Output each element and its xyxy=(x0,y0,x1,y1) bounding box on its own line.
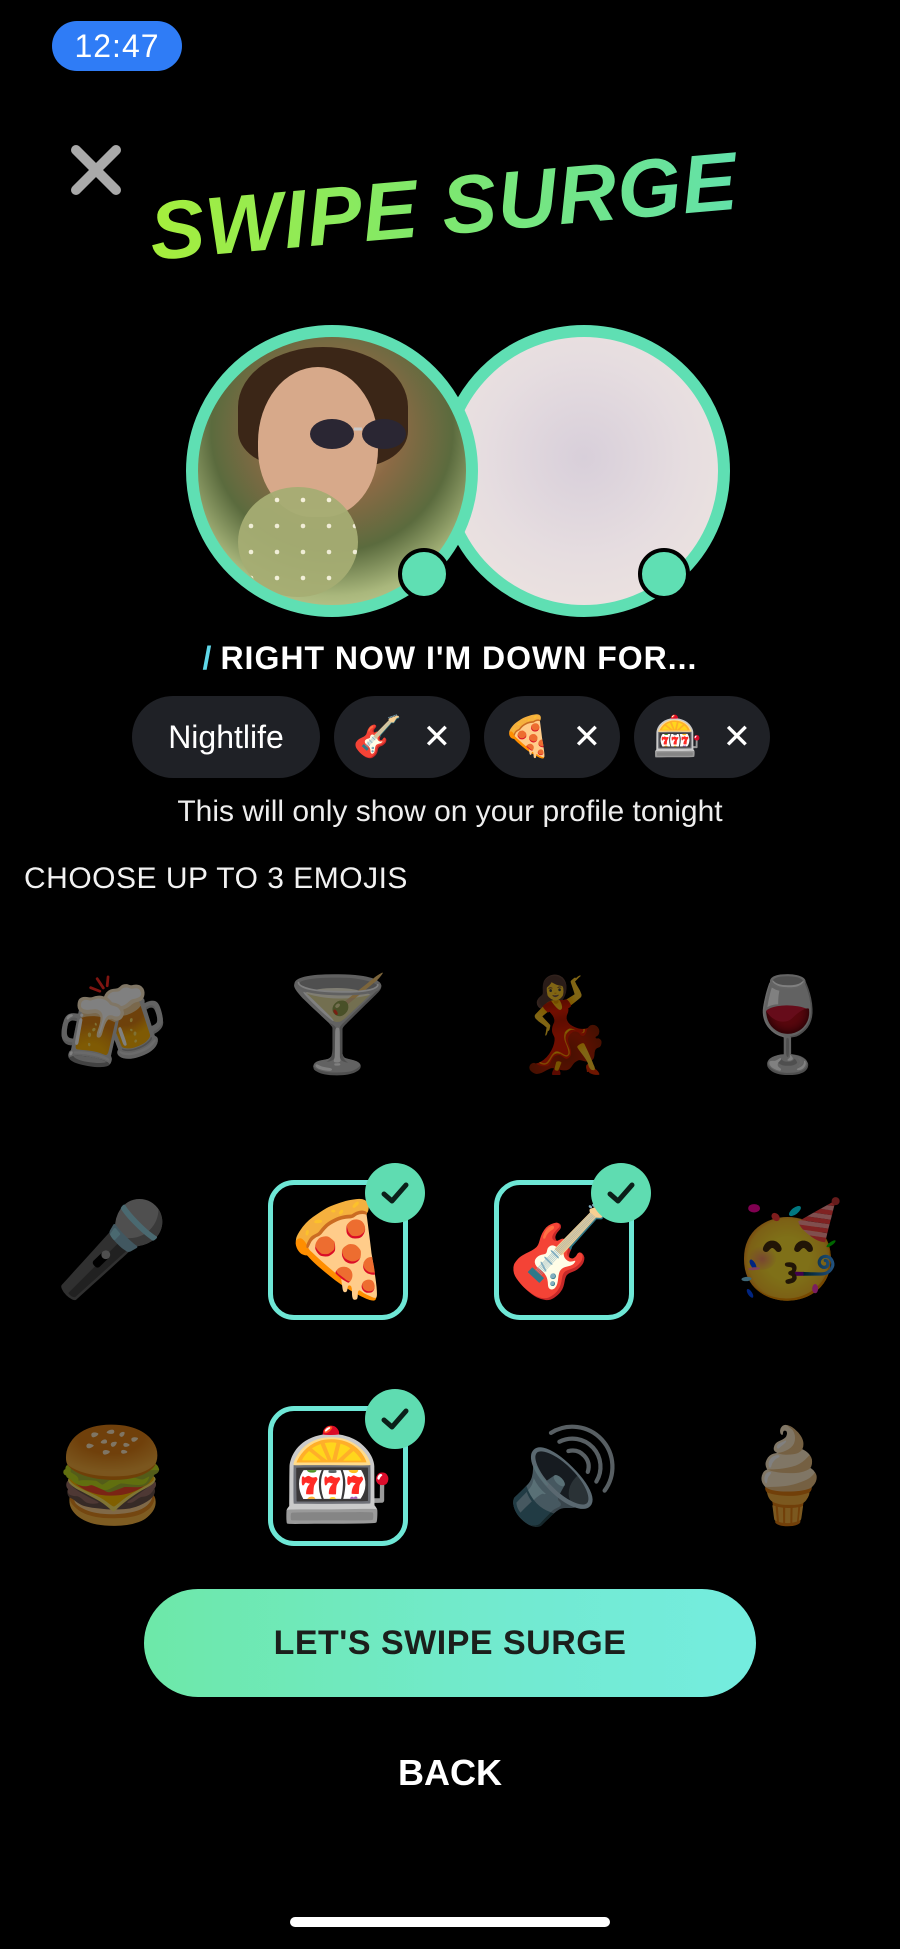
back-button-label: BACK xyxy=(398,1752,502,1793)
checkmark-icon xyxy=(591,1163,651,1223)
microphone-icon: 🎤 xyxy=(54,1199,170,1301)
avatar-flowers xyxy=(238,487,358,597)
heading-slash: / xyxy=(202,640,213,676)
dancer-icon: 💃 xyxy=(506,974,622,1076)
chip-pizza: 🍕 ✕ xyxy=(484,696,620,778)
remove-chip-button[interactable]: ✕ xyxy=(423,717,452,757)
party-face-icon: 🥳 xyxy=(730,1199,846,1301)
checkmark-icon xyxy=(365,1389,425,1449)
sunglasses-icon xyxy=(310,419,406,449)
swipe-surge-button[interactable]: LET'S SWIPE SURGE xyxy=(144,1589,756,1697)
checkmark-icon xyxy=(365,1163,425,1223)
burger-icon: 🍔 xyxy=(54,1425,170,1527)
avatar-badge-left xyxy=(398,548,450,600)
emoji-option-wine[interactable]: 🍷 xyxy=(718,955,858,1095)
selected-chips: Nightlife 🎸 ✕ 🍕 ✕ 🎰 ✕ xyxy=(132,696,770,778)
emoji-option-burger[interactable]: 🍔 xyxy=(42,1406,182,1546)
chip-guitar: 🎸 ✕ xyxy=(334,696,470,778)
remove-chip-button[interactable]: ✕ xyxy=(723,717,752,757)
page-title: SWIPE SURGE xyxy=(145,124,772,288)
emoji-option-slot-machine[interactable]: 🎰 xyxy=(268,1389,425,1546)
close-icon xyxy=(71,145,121,195)
emoji-option-dancer[interactable]: 💃 xyxy=(494,955,634,1095)
emoji-option-ice-cream[interactable]: 🍦 xyxy=(718,1406,858,1546)
speaker-icon: 🔊 xyxy=(506,1425,622,1527)
emoji-option-pizza[interactable]: 🍕 xyxy=(268,1163,425,1320)
emoji-option-microphone[interactable]: 🎤 xyxy=(42,1180,182,1320)
ice-cream-icon: 🍦 xyxy=(730,1425,846,1527)
emoji-option-party-face[interactable]: 🥳 xyxy=(718,1180,858,1320)
chip-nightlife[interactable]: Nightlife xyxy=(132,696,320,778)
chip-slot-machine: 🎰 ✕ xyxy=(634,696,770,778)
home-indicator[interactable] xyxy=(290,1917,610,1927)
pizza-icon: 🍕 xyxy=(502,715,553,759)
profile-note: This will only show on your profile toni… xyxy=(177,795,723,828)
guitar-icon: 🎸 xyxy=(352,715,403,759)
avatar-badge-right xyxy=(638,548,690,600)
heading-text: RIGHT NOW I'M DOWN FOR... xyxy=(220,640,698,676)
emoji-option-guitar[interactable]: 🎸 xyxy=(494,1163,651,1320)
emoji-option-beers[interactable]: 🍻 xyxy=(42,955,182,1095)
back-button[interactable]: BACK xyxy=(0,1752,900,1794)
chip-label: Nightlife xyxy=(168,718,284,755)
emoji-option-speaker[interactable]: 🔊 xyxy=(494,1406,634,1546)
down-for-heading: / RIGHT NOW I'M DOWN FOR... xyxy=(0,640,900,677)
choose-emojis-label: CHOOSE UP TO 3 EMOJIS xyxy=(24,862,408,895)
emoji-option-martini[interactable]: 🍸 xyxy=(268,955,408,1095)
swipe-surge-button-label: LET'S SWIPE SURGE xyxy=(273,1623,627,1662)
martini-icon: 🍸 xyxy=(280,974,396,1076)
status-time: 12:47 xyxy=(52,21,182,71)
beers-icon: 🍻 xyxy=(54,974,170,1076)
wine-icon: 🍷 xyxy=(730,974,846,1076)
slot-machine-icon: 🎰 xyxy=(652,715,703,759)
remove-chip-button[interactable]: ✕ xyxy=(573,717,602,757)
close-button[interactable] xyxy=(66,140,126,200)
